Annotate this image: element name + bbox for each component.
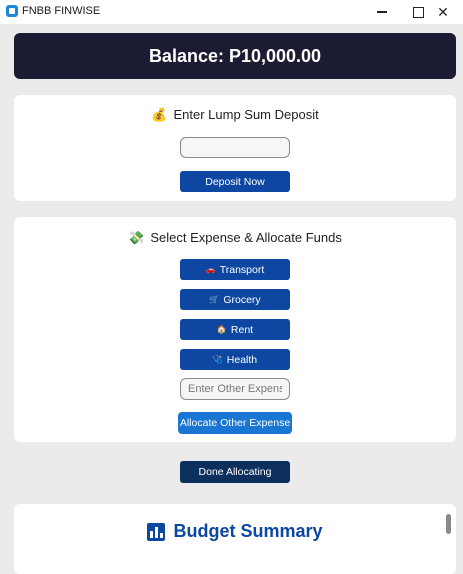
minimize-button[interactable] [362,0,402,24]
money-wings-icon: 💸 [128,230,145,245]
deposit-now-label: Deposit Now [205,175,265,188]
title-bar: FNBB FINWISE ✕ [0,0,463,24]
expense-heading: 💸 Select Expense & Allocate Funds [14,230,456,246]
main-content: Balance: P10,000.00 💰 Enter Lump Sum Depo… [0,24,463,574]
close-icon: ✕ [437,3,449,20]
minimize-icon [377,11,387,13]
deposit-amount-input[interactable] [180,137,290,158]
allocate-other-expense-button[interactable]: Allocate Other Expense [178,412,292,434]
scrollbar-thumb[interactable] [446,514,451,534]
expense-card: 💸 Select Expense & Allocate Funds 🚗 Transp… [14,217,456,442]
allocate-other-expense-label: Allocate Other Expense [179,417,291,429]
balance-text: Balance: P10,000.00 [148,45,322,66]
car-icon: 🚗 [205,265,216,274]
house-icon: 🏠 [216,325,227,334]
rent-label: Rent [230,323,254,336]
deposit-card: 💰 Enter Lump Sum Deposit Deposit Now [14,95,456,201]
rent-button[interactable]: 🏠 Rent [180,319,290,340]
app-icon [6,5,18,17]
other-expense-input[interactable] [180,378,290,400]
expense-heading-text: Select Expense & Allocate Funds [150,230,342,245]
grocery-button[interactable]: 🛒 Grocery [180,289,290,310]
maximize-icon [412,6,424,18]
stethoscope-icon: 🩺 [212,355,223,364]
health-button[interactable]: 🩺 Health [180,349,290,370]
budget-summary-card: Budget Summary [14,504,456,574]
transport-label: Transport [219,263,265,276]
bar-chart-icon [147,522,166,541]
budget-summary-text: Budget Summary [173,521,323,541]
health-label: Health [226,353,258,366]
close-button[interactable]: ✕ [423,0,463,24]
done-allocating-button[interactable]: Done Allocating [180,461,290,483]
done-allocating-label: Done Allocating [198,466,272,478]
balance-banner: Balance: P10,000.00 [14,33,456,79]
window-title: FNBB FINWISE [22,5,101,17]
deposit-heading: 💰 Enter Lump Sum Deposit [14,107,456,123]
money-bag-icon: 💰 [151,107,168,122]
budget-summary-title: Budget Summary [14,521,456,542]
shopping-cart-icon: 🛒 [209,295,220,304]
deposit-now-button[interactable]: Deposit Now [180,171,290,192]
transport-button[interactable]: 🚗 Transport [180,259,290,280]
deposit-heading-text: Enter Lump Sum Deposit [173,107,319,122]
grocery-label: Grocery [223,293,261,306]
